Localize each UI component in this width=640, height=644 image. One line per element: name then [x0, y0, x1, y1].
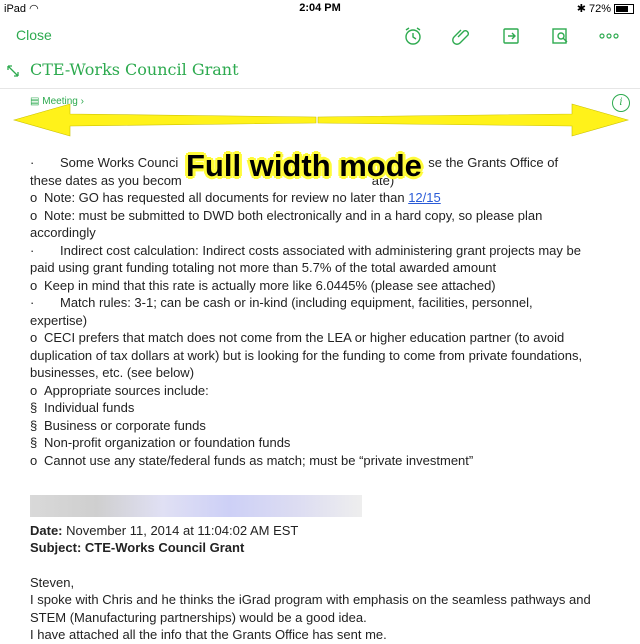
text-line: expertise) [30, 312, 88, 328]
battery-icon [614, 4, 634, 15]
text-line: businesses, etc. (see below) [30, 365, 195, 380]
text-line: I have attached all the info that the Gr… [30, 627, 387, 642]
text-line: o Cannot use any state/federal funds as m… [30, 452, 474, 468]
note-body[interactable]: · Some Works Counci se the Grants Office o… [30, 154, 620, 644]
full-width-mode-banner: Full width mode [186, 148, 422, 183]
status-bar: iPad ︎◠ 2:04 PM ✱ 72% [0, 0, 640, 16]
presentation-icon[interactable] [547, 24, 573, 48]
redacted-block [30, 495, 362, 517]
date-link[interactable]: 12/15 [408, 190, 441, 205]
double-arrow-annotation [12, 103, 630, 137]
text-line: § Non-profit organization or foundation f… [30, 435, 291, 450]
text-line: duplication of tax dollars at work) but … [30, 347, 583, 363]
note-title-row: CTE-Works Council Grant [0, 56, 640, 86]
battery-indicator: ✱ 72% [577, 2, 634, 15]
text-line: o CECI prefers that match does not come f… [30, 330, 565, 345]
text-line: paid using grant funding totaling not mo… [30, 260, 497, 275]
text-line: accordingly [30, 225, 96, 240]
share-icon[interactable] [498, 24, 524, 48]
text-line: o Appropriate sources include: [30, 382, 209, 398]
alarm-clock-icon[interactable] [400, 24, 426, 48]
text-line: · Indirect cost calculation: Indirect cos… [30, 242, 581, 258]
note-title[interactable]: CTE-Works Council Grant [30, 60, 239, 79]
email-subject: Subject: CTE-Works Council Grant [30, 540, 245, 555]
text-line: STEM (Manufacturing partnerships) would … [30, 609, 367, 625]
text-line: I spoke with Chris and he thinks the iGr… [30, 592, 591, 607]
close-button[interactable]: Close [16, 27, 52, 43]
text-line: § Business or corporate funds [30, 417, 206, 433]
collapse-icon[interactable] [6, 64, 20, 78]
redacted-sender [30, 495, 620, 522]
note-toolbar: Close [0, 18, 640, 52]
text-line: o Note: GO has requested all documents fo… [30, 190, 441, 205]
text-line: § Individual funds [30, 400, 135, 415]
more-icon[interactable] [596, 24, 622, 48]
paperclip-icon[interactable] [449, 24, 475, 48]
text-line: Steven, [30, 574, 75, 590]
text-line: o Note: must be submitted to DWD both ele… [30, 207, 543, 223]
email-date: Date: November 11, 2014 at 11:04:02 AM E… [30, 522, 299, 538]
clock: 2:04 PM [299, 2, 341, 14]
text-line: o Keep in mind that this rate is actually… [30, 277, 496, 293]
title-divider [0, 88, 640, 89]
text-line: · Match rules: 3-1; can be cash or in-kin… [30, 295, 533, 310]
